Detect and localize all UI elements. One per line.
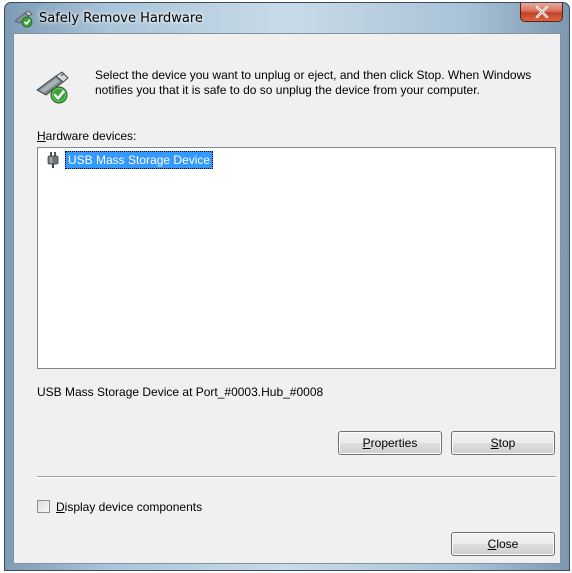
dialog-body: Select the device you want to unplug or … — [13, 33, 561, 564]
usb-plug-check-icon — [34, 68, 74, 108]
hardware-label-mnemonic: H — [37, 129, 46, 143]
display-components-label[interactable]: Display device components — [56, 499, 202, 515]
properties-button[interactable]: Properties — [338, 431, 442, 455]
title-bar[interactable]: Safely Remove Hardware — [5, 3, 569, 33]
instructions-text: Select the device you want to unplug or … — [95, 68, 532, 97]
device-name[interactable]: USB Mass Storage Device — [65, 151, 214, 169]
usb-plug-icon — [47, 152, 59, 168]
display-components-mnemonic: D — [56, 500, 65, 514]
close-button[interactable]: Close — [451, 532, 555, 556]
hardware-devices-label: Hardware devices: — [37, 129, 136, 143]
properties-label: roperties — [370, 436, 418, 450]
separator — [37, 476, 556, 478]
close-icon — [535, 6, 549, 18]
display-components-checkbox[interactable] — [37, 500, 50, 513]
usb-plug-check-icon — [13, 10, 35, 28]
stop-mnemonic: S — [490, 436, 499, 450]
window-close-button[interactable] — [520, 3, 563, 22]
hardware-label-rest: ardware devices: — [45, 129, 137, 143]
close-label: lose — [496, 537, 519, 551]
window-frame: Safely Remove Hardware Select the device… — [4, 2, 570, 571]
hardware-device-list[interactable]: USB Mass Storage Device — [37, 147, 556, 369]
stop-button[interactable]: Stop — [451, 431, 555, 455]
properties-mnemonic: P — [362, 436, 371, 450]
device-location-status: USB Mass Storage Device at Port_#0003.Hu… — [37, 385, 324, 399]
window-title: Safely Remove Hardware — [39, 11, 203, 26]
stop-label: top — [498, 436, 516, 450]
display-components-rest: isplay device components — [64, 500, 203, 514]
